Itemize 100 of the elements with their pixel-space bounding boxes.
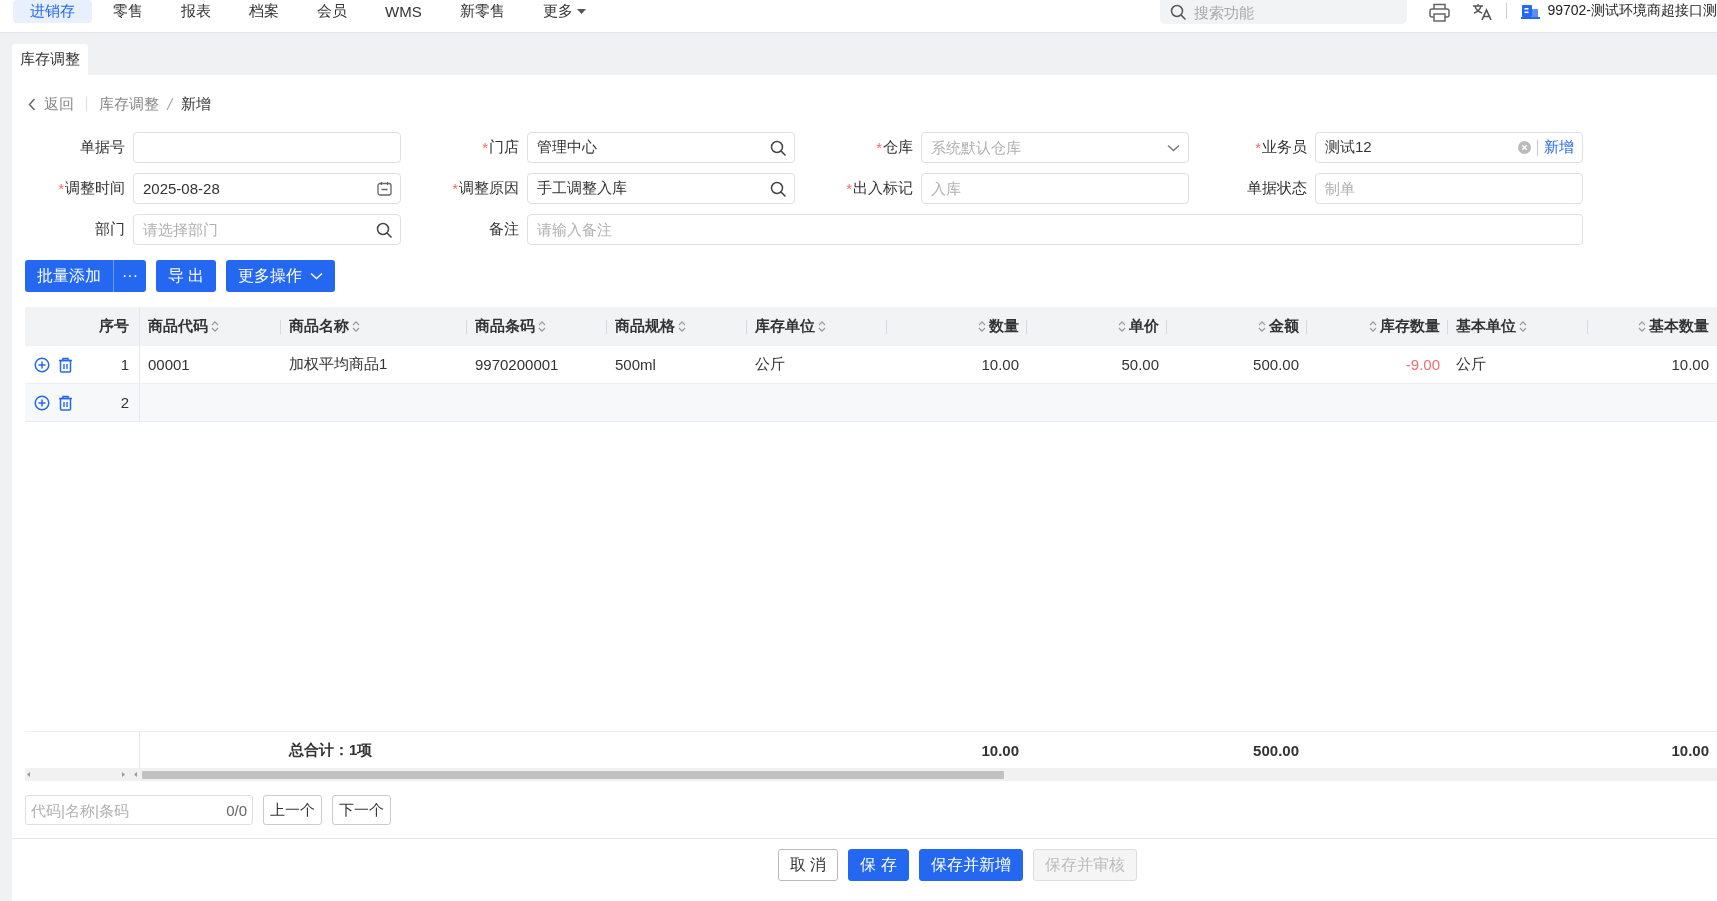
input-field[interactable]: 入库	[921, 173, 1189, 204]
table-cell: -9.00	[1405, 356, 1440, 373]
translate-icon[interactable]	[1472, 3, 1493, 21]
trash-icon[interactable]	[58, 356, 73, 373]
nav-tab[interactable]: 更多	[525, 0, 603, 23]
breadcrumb-item[interactable]: 库存调整	[99, 94, 159, 114]
printer-icon[interactable]	[1429, 3, 1451, 22]
sort-icon	[211, 320, 219, 333]
column-header[interactable]: 商品规格	[607, 307, 747, 346]
calendar-icon	[377, 181, 392, 196]
nav-tab[interactable]: 档案	[232, 0, 296, 23]
select-field[interactable]: 系统默认仓库	[921, 132, 1189, 163]
sort-icon	[818, 320, 826, 333]
field-label: *调整时间	[57, 178, 125, 199]
column-header[interactable]: 商品代码	[140, 307, 281, 346]
input-field[interactable]: 制单	[1315, 173, 1583, 204]
field-label: *业务员	[1254, 137, 1307, 158]
nav-tab[interactable]: 报表	[164, 0, 228, 23]
nav-tab[interactable]: 新零售	[442, 0, 522, 23]
table-cell: 9970200001	[475, 356, 559, 373]
row-number: 1	[120, 356, 129, 373]
account-name[interactable]: 99702-测试环境商超接口测	[1547, 2, 1717, 20]
column-header[interactable]: 库存单位	[747, 307, 887, 346]
dropdown-button[interactable]: 更多操作	[226, 260, 336, 292]
nav-tab[interactable]: 进销存	[13, 0, 92, 23]
batch-add-button[interactable]: 批量添加	[25, 260, 113, 292]
nav-tab[interactable]: 会员	[300, 0, 364, 23]
action-button[interactable]: 取 消	[778, 849, 839, 881]
table-cell: 10.00	[981, 356, 1019, 373]
input-field[interactable]: 请输入备注	[527, 214, 1583, 245]
column-header[interactable]: 数量	[887, 307, 1027, 346]
column-header[interactable]: 金额	[1167, 307, 1307, 346]
page-tab[interactable]: 库存调整	[12, 44, 88, 75]
add-row-icon[interactable]	[34, 394, 50, 411]
action-button[interactable]: 保存并新增	[918, 849, 1023, 881]
column-header[interactable]: 商品名称	[281, 307, 467, 346]
caret-down-icon	[576, 9, 586, 14]
previous-button[interactable]: 上一个	[263, 795, 322, 825]
building-icon	[1521, 3, 1541, 19]
search-field[interactable]: 搜索功能	[1194, 3, 1395, 21]
match-count: 0/0	[226, 801, 247, 819]
input-field[interactable]	[133, 132, 401, 163]
chevron-down-icon	[1167, 143, 1180, 152]
field-label: *门店	[481, 137, 519, 158]
sort-icon	[978, 320, 986, 333]
search-field[interactable]: 管理中心	[527, 132, 795, 163]
column-header[interactable]: 库存数量	[1307, 307, 1448, 346]
table-cell: 500ml	[615, 356, 656, 373]
field-label: 单据状态	[1246, 178, 1307, 198]
field-label: *出入标记	[845, 178, 913, 199]
table-cell: 加权平均商品1	[289, 355, 388, 374]
chevron-left-icon	[28, 97, 36, 111]
field-label: *调整原因	[451, 178, 519, 199]
add-link[interactable]: 新增	[1544, 138, 1574, 157]
column-header: 序号	[25, 307, 140, 346]
chevron-down-icon	[310, 272, 324, 280]
field-label: 备注	[488, 219, 519, 239]
search-box[interactable]: 搜索功能	[1160, 0, 1408, 24]
column-header[interactable]: 单价	[1027, 307, 1167, 346]
table-cell: 00001	[148, 356, 190, 373]
row-number: 2	[120, 394, 129, 411]
field-label: *仓库	[875, 137, 913, 158]
trash-icon[interactable]	[58, 394, 73, 411]
search-icon	[376, 221, 392, 238]
export-button[interactable]: 导 出	[156, 260, 217, 292]
search-field[interactable]: 请选择部门	[133, 214, 401, 245]
table-cell: 50.00	[1121, 356, 1159, 373]
sort-icon	[1258, 320, 1266, 333]
search-box[interactable]: 代码|名称|条码 0/0	[25, 795, 253, 825]
action-button[interactable]: 保 存	[848, 849, 909, 881]
column-header[interactable]: 基本单位	[1448, 307, 1588, 346]
horizontal-scrollbar[interactable]	[25, 768, 1717, 781]
table-cell: 500.00	[1253, 356, 1299, 373]
column-header[interactable]: 商品条码	[467, 307, 607, 346]
date-field[interactable]: 2025-08-28	[133, 173, 401, 204]
breadcrumb-item: 新增	[181, 94, 211, 114]
sort-icon	[1118, 320, 1126, 333]
table-cell: 10.00	[1671, 356, 1709, 373]
add-row-icon[interactable]	[34, 356, 50, 373]
sort-icon	[678, 320, 686, 333]
total-value: 500.00	[1253, 741, 1299, 759]
sort-icon	[352, 320, 360, 333]
sort-icon	[1519, 320, 1527, 333]
column-header[interactable]: 基本数量	[1588, 307, 1717, 346]
nav-tab[interactable]: WMS	[368, 0, 439, 23]
table-cell: 公斤	[755, 355, 785, 374]
next-button[interactable]: 下一个	[332, 795, 391, 825]
table-cell: 公斤	[1456, 355, 1486, 374]
back-link[interactable]: 返回	[28, 94, 74, 114]
total-label: 总合计：1项	[289, 740, 373, 760]
more-button[interactable]: ···	[113, 260, 146, 292]
slash-icon	[166, 97, 174, 111]
nav-tab[interactable]: 零售	[96, 0, 160, 23]
search-field[interactable]: 手工调整入库	[527, 173, 795, 204]
search-icon	[1170, 4, 1187, 20]
sort-icon	[538, 320, 546, 333]
sort-icon	[1638, 320, 1646, 333]
field-label: 单据号	[79, 137, 125, 157]
field-label: 部门	[94, 219, 125, 239]
sort-icon	[1369, 320, 1377, 333]
